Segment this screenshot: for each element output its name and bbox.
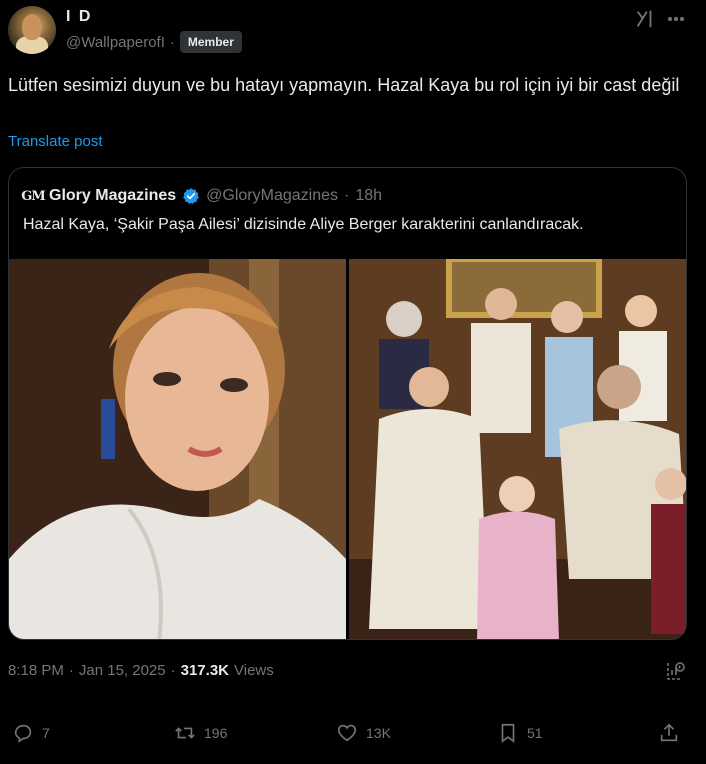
views-count: 317.3K [180, 662, 229, 679]
tweet-text: Lütfen sesimizi duyun ve bu hatayı yapma… [8, 75, 680, 95]
repost-button[interactable]: 196 [174, 722, 227, 744]
repost-icon [175, 727, 195, 739]
reply-count: 7 [42, 725, 50, 741]
author-handle[interactable]: @WallpaperofI [66, 34, 165, 51]
tweet-date[interactable]: Jan 15, 2025 [79, 662, 166, 679]
verified-badge-icon [183, 188, 200, 204]
like-count: 13K [366, 725, 391, 741]
quote-handle: @GloryMagazines [206, 187, 338, 204]
like-button[interactable]: 13K [336, 722, 391, 744]
translate-post-link[interactable]: Translate post [8, 133, 103, 150]
like-icon [337, 724, 357, 742]
handle-separator: · [169, 33, 175, 51]
meta-separator: · [170, 662, 176, 679]
quote-separator: · [344, 187, 350, 204]
reply-button[interactable]: 7 [12, 722, 50, 744]
tweet-meta: 8:18 PM · Jan 15, 2025 · 317.3K Views [8, 662, 274, 679]
repost-count: 196 [204, 725, 228, 741]
share-button[interactable] [658, 722, 680, 744]
meta-separator: · [68, 662, 74, 679]
analytics-icon[interactable] [664, 660, 686, 682]
bookmark-button[interactable]: 51 [497, 722, 543, 744]
quoted-tweet[interactable]: GM Glory Magazines @GloryMagazines · 18h… [8, 167, 687, 640]
author-handle-row: @WallpaperofI · Member [66, 31, 242, 53]
share-icon [660, 723, 678, 742]
bookmark-icon [501, 723, 515, 743]
quote-header: GM Glory Magazines @GloryMagazines · 18h [21, 186, 383, 206]
family-illustration [349, 259, 686, 639]
quote-image-family[interactable] [349, 259, 686, 639]
grok-icon[interactable] [634, 8, 656, 30]
author-display-name[interactable]: I D [66, 8, 92, 26]
member-badge[interactable]: Member [179, 31, 242, 53]
quote-image-portrait[interactable] [9, 259, 346, 639]
reply-icon [14, 724, 32, 743]
bookmark-count: 51 [527, 725, 543, 741]
author-avatar[interactable] [8, 6, 56, 54]
quote-display-name: Glory Magazines [49, 187, 177, 204]
quote-author-logo: GM [21, 188, 46, 204]
tweet-time[interactable]: 8:18 PM [8, 662, 64, 679]
avatar-figure-face [22, 14, 42, 40]
views-label: Views [234, 662, 274, 679]
quote-timestamp: 18h [355, 187, 383, 204]
quote-text: Hazal Kaya, ‘Şakir Paşa Ailesi’ dizisind… [23, 216, 584, 233]
portrait-illustration [9, 259, 346, 639]
more-icon[interactable] [666, 10, 686, 28]
